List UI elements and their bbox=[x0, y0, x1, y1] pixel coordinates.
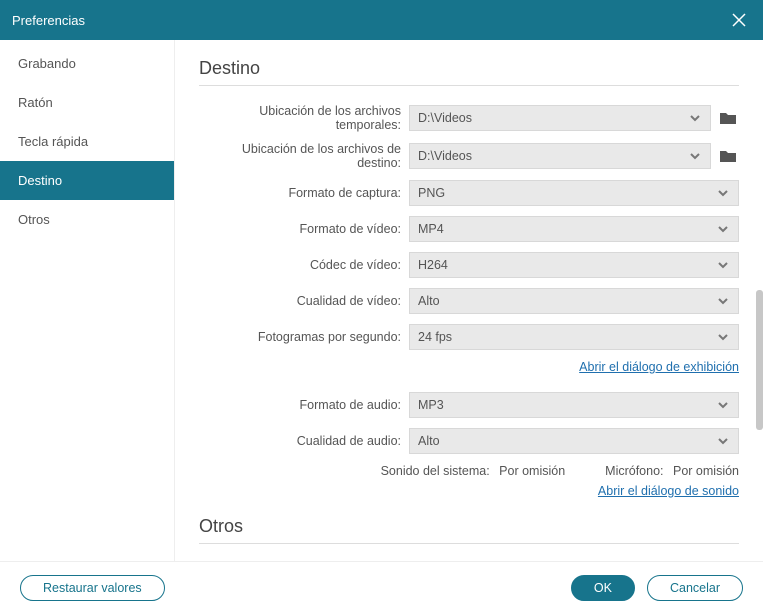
link-row-sound: Abrir el diálogo de sonido bbox=[199, 484, 739, 498]
link-row-display: Abrir el diálogo de exhibición bbox=[199, 360, 739, 374]
restore-defaults-button[interactable]: Restaurar valores bbox=[20, 575, 165, 601]
row-dest-path: Ubicación de los archivos de destino: D:… bbox=[199, 142, 739, 170]
titlebar: Preferencias bbox=[0, 0, 763, 40]
value-audio-fmt: MP3 bbox=[418, 398, 444, 412]
section-title-otros: Otros bbox=[199, 516, 739, 537]
sidebar-item-grabando[interactable]: Grabando bbox=[0, 44, 174, 83]
chevron-down-icon bbox=[716, 330, 730, 344]
value-video-fmt: MP4 bbox=[418, 222, 444, 236]
chevron-down-icon bbox=[716, 434, 730, 448]
label-audio-fmt: Formato de audio: bbox=[199, 398, 409, 412]
select-fps[interactable]: 24 fps bbox=[409, 324, 739, 350]
section-title-destino: Destino bbox=[199, 58, 739, 79]
system-sound-label: Sonido del sistema: bbox=[381, 464, 490, 478]
chevron-down-icon bbox=[688, 111, 702, 125]
content-panel: Destino Ubicación de los archivos tempor… bbox=[175, 40, 763, 561]
label-audio-quality: Cualidad de audio: bbox=[199, 434, 409, 448]
value-fps: 24 fps bbox=[418, 330, 452, 344]
open-display-dialog-link[interactable]: Abrir el diálogo de exhibición bbox=[579, 360, 739, 374]
label-dest-path: Ubicación de los archivos de destino: bbox=[199, 142, 409, 170]
chevron-down-icon bbox=[716, 294, 730, 308]
label-video-quality: Cualidad de vídeo: bbox=[199, 294, 409, 308]
open-sound-dialog-link[interactable]: Abrir el diálogo de sonido bbox=[598, 484, 739, 498]
chevron-down-icon bbox=[716, 258, 730, 272]
select-video-quality[interactable]: Alto bbox=[409, 288, 739, 314]
sidebar-item-tecla-rapida[interactable]: Tecla rápida bbox=[0, 122, 174, 161]
footer: Restaurar valores OK Cancelar bbox=[0, 561, 763, 613]
value-temp-path: D:\Videos bbox=[418, 111, 472, 125]
row-temp-path: Ubicación de los archivos temporales: D:… bbox=[199, 104, 739, 132]
select-capture-fmt[interactable]: PNG bbox=[409, 180, 739, 206]
value-video-codec: H264 bbox=[418, 258, 448, 272]
section-rule bbox=[199, 543, 739, 544]
value-dest-path: D:\Videos bbox=[418, 149, 472, 163]
value-capture-fmt: PNG bbox=[418, 186, 445, 200]
mic-info: Micrófono: Por omisión bbox=[605, 464, 739, 478]
select-video-codec[interactable]: H264 bbox=[409, 252, 739, 278]
sidebar-item-otros[interactable]: Otros bbox=[0, 200, 174, 239]
footer-right: OK Cancelar bbox=[571, 575, 743, 601]
value-video-quality: Alto bbox=[418, 294, 440, 308]
chevron-down-icon bbox=[716, 186, 730, 200]
system-sound-value: Por omisión bbox=[499, 464, 565, 478]
audio-info-row: Sonido del sistema: Por omisión Micrófon… bbox=[199, 464, 739, 478]
label-fps: Fotogramas por segundo: bbox=[199, 330, 409, 344]
row-video-quality: Cualidad de vídeo: Alto bbox=[199, 288, 739, 314]
select-dest-path[interactable]: D:\Videos bbox=[409, 143, 711, 169]
select-audio-fmt[interactable]: MP3 bbox=[409, 392, 739, 418]
scrollbar-thumb[interactable] bbox=[756, 290, 763, 430]
row-video-codec: Códec de vídeo: H264 bbox=[199, 252, 739, 278]
label-temp-path: Ubicación de los archivos temporales: bbox=[199, 104, 409, 132]
sidebar-item-destino[interactable]: Destino bbox=[0, 161, 174, 200]
mic-label: Micrófono: bbox=[605, 464, 663, 478]
row-audio-quality: Cualidad de audio: Alto bbox=[199, 428, 739, 454]
value-audio-quality: Alto bbox=[418, 434, 440, 448]
select-temp-path[interactable]: D:\Videos bbox=[409, 105, 711, 131]
ok-button[interactable]: OK bbox=[571, 575, 635, 601]
body: Grabando Ratón Tecla rápida Destino Otro… bbox=[0, 40, 763, 561]
label-video-fmt: Formato de vídeo: bbox=[199, 222, 409, 236]
close-button[interactable] bbox=[727, 8, 751, 32]
browse-dest-path-button[interactable] bbox=[717, 145, 739, 167]
row-capture-fmt: Formato de captura: PNG bbox=[199, 180, 739, 206]
select-audio-quality[interactable]: Alto bbox=[409, 428, 739, 454]
chevron-down-icon bbox=[716, 398, 730, 412]
window-title: Preferencias bbox=[12, 13, 85, 28]
select-video-fmt[interactable]: MP4 bbox=[409, 216, 739, 242]
row-video-fmt: Formato de vídeo: MP4 bbox=[199, 216, 739, 242]
sidebar-item-raton[interactable]: Ratón bbox=[0, 83, 174, 122]
row-fps: Fotogramas por segundo: 24 fps bbox=[199, 324, 739, 350]
system-sound-info: Sonido del sistema: Por omisión bbox=[381, 464, 566, 478]
label-capture-fmt: Formato de captura: bbox=[199, 186, 409, 200]
label-video-codec: Códec de vídeo: bbox=[199, 258, 409, 272]
chevron-down-icon bbox=[688, 149, 702, 163]
browse-temp-path-button[interactable] bbox=[717, 107, 739, 129]
sidebar: Grabando Ratón Tecla rápida Destino Otro… bbox=[0, 40, 175, 561]
section-rule bbox=[199, 85, 739, 86]
chevron-down-icon bbox=[716, 222, 730, 236]
cancel-button[interactable]: Cancelar bbox=[647, 575, 743, 601]
mic-value: Por omisión bbox=[673, 464, 739, 478]
row-audio-fmt: Formato de audio: MP3 bbox=[199, 392, 739, 418]
